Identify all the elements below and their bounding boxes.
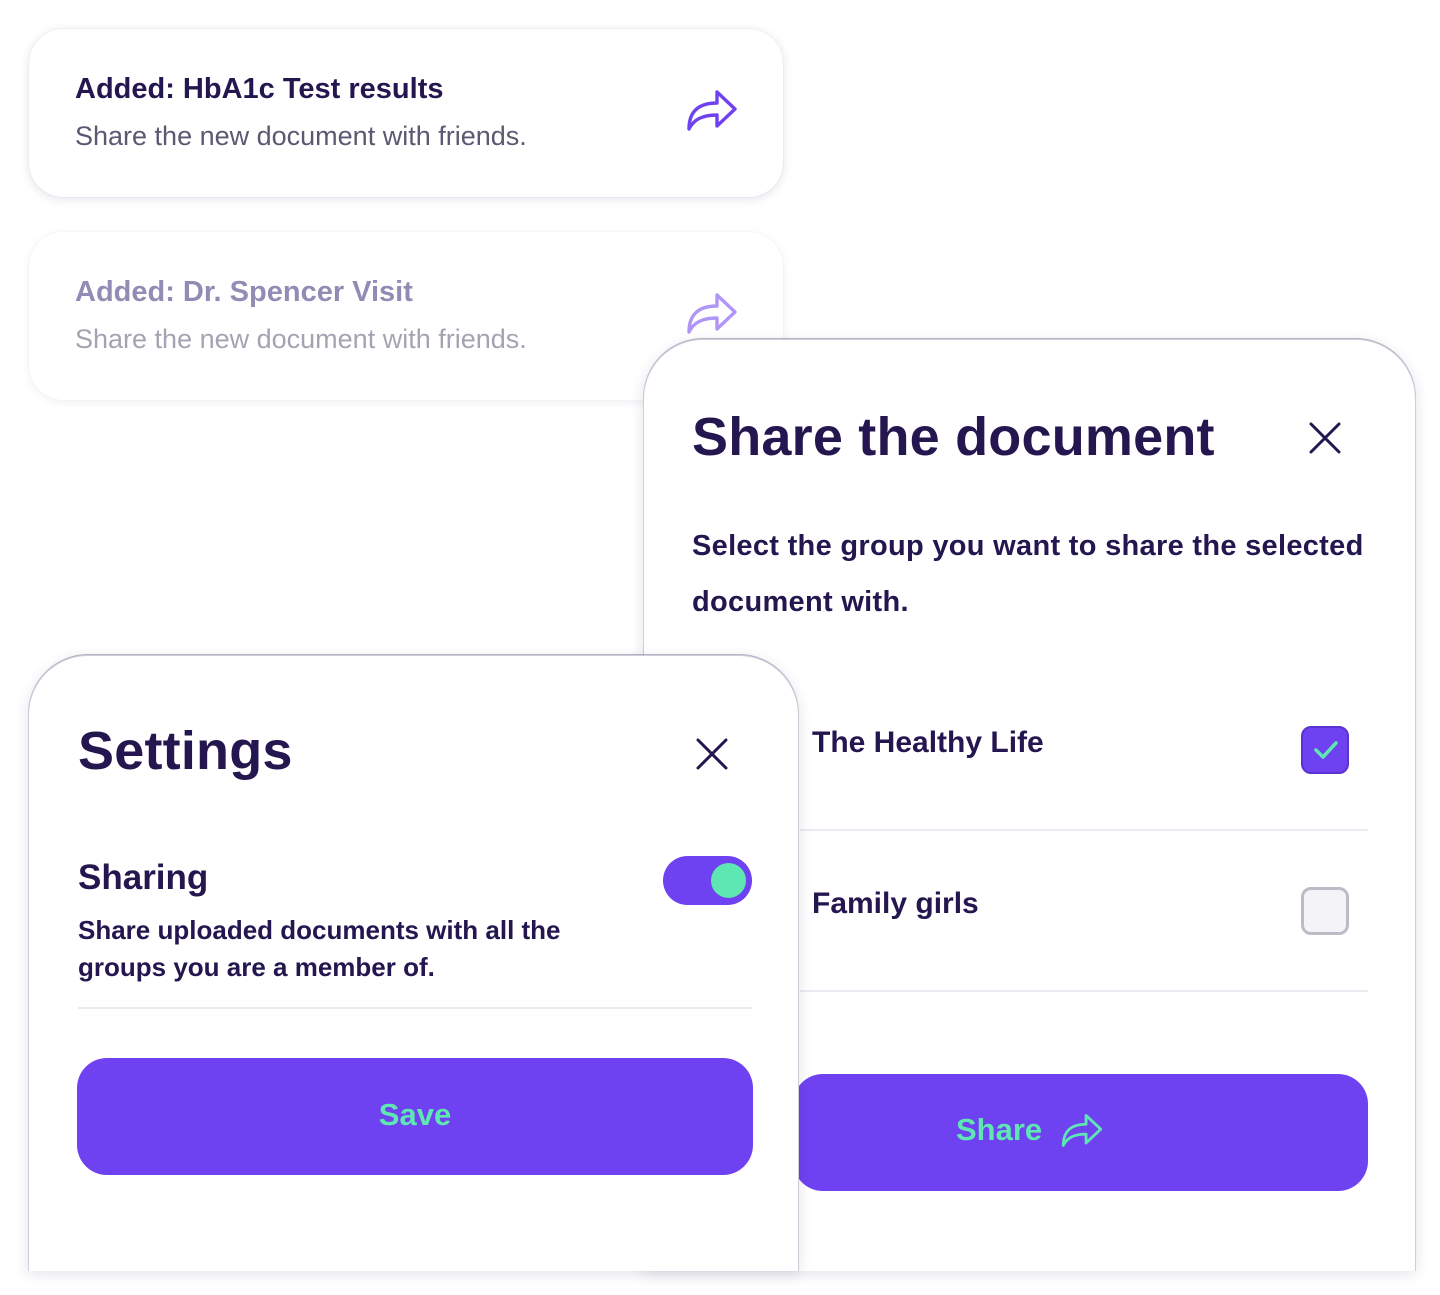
settings-dialog: Settings Sharing Share uploaded document… — [28, 655, 799, 1271]
notification-title: Added: HbA1c Test results — [75, 73, 444, 105]
share-button-label: Share — [956, 1112, 1043, 1147]
notification-title: Added: Dr. Spencer Visit — [75, 276, 413, 308]
app-screen: Added: HbA1c Test results Share the new … — [0, 0, 1440, 1295]
divider — [78, 1007, 752, 1009]
group-checkbox[interactable] — [1301, 887, 1349, 935]
close-icon[interactable] — [694, 736, 730, 772]
notification-subtitle: Share the new document with friends. — [75, 121, 527, 151]
group-label: Family girls — [812, 887, 979, 920]
group-option[interactable]: Family girls — [800, 831, 1368, 992]
notification-subtitle: Share the new document with friends. — [75, 324, 527, 354]
share-arrow-icon[interactable] — [685, 290, 739, 336]
group-label: The Healthy Life — [812, 726, 1044, 759]
setting-description: Share uploaded documents with all the gr… — [78, 915, 561, 982]
save-button[interactable]: Save — [77, 1058, 753, 1175]
dialog-description: Select the group you want to share the s… — [692, 530, 1364, 618]
save-button-label: Save — [378, 1097, 452, 1132]
group-checkbox[interactable] — [1301, 726, 1349, 774]
group-option[interactable]: The Healthy Life — [800, 670, 1368, 831]
close-icon[interactable] — [1307, 420, 1343, 456]
share-arrow-icon — [1061, 1113, 1103, 1147]
sharing-toggle[interactable] — [663, 856, 752, 905]
share-button[interactable]: Share — [793, 1074, 1368, 1191]
dialog-title: Share the document — [692, 407, 1215, 467]
setting-heading: Sharing — [78, 858, 209, 897]
toggle-knob — [711, 863, 746, 898]
share-arrow-icon[interactable] — [685, 87, 739, 133]
checkmark-icon — [1314, 741, 1338, 759]
dialog-title: Settings — [78, 721, 293, 781]
notification-card[interactable]: Added: HbA1c Test results Share the new … — [29, 29, 783, 197]
